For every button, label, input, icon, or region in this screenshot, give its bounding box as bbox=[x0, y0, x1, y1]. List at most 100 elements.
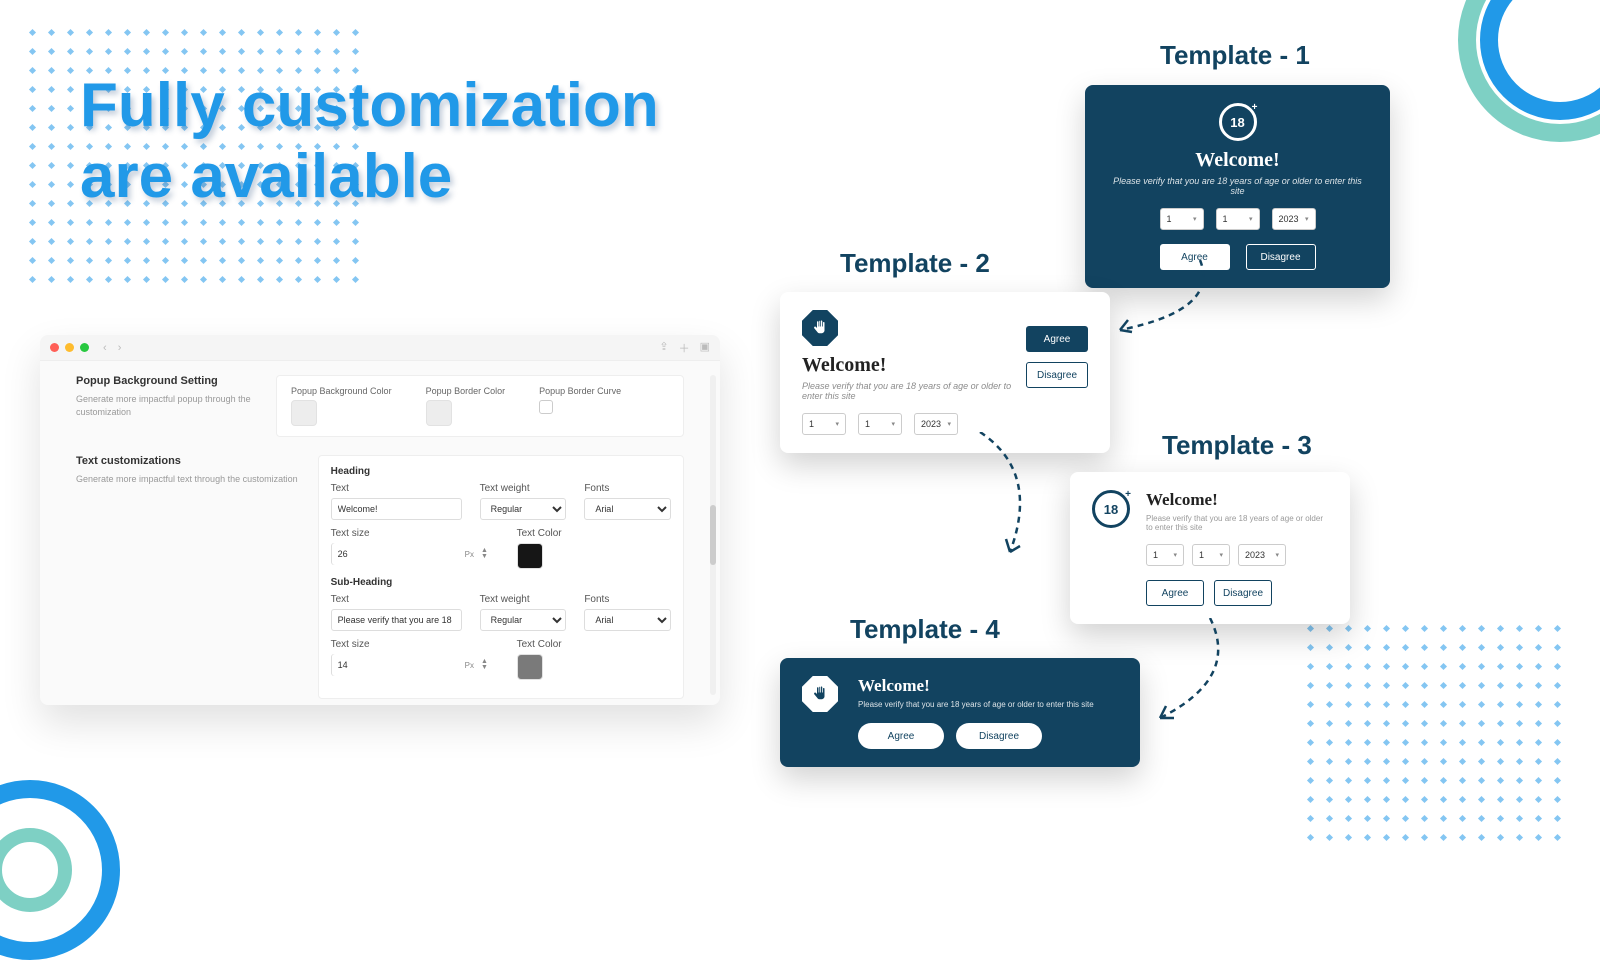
subheading-group-label: Sub-Heading bbox=[331, 577, 671, 588]
template-4-label: Template - 4 bbox=[850, 614, 1000, 645]
stop-hand-icon bbox=[802, 310, 838, 346]
heading-color-swatch[interactable] bbox=[517, 543, 543, 569]
template-3-card: 18+ Welcome! Please verify that you are … bbox=[1070, 472, 1350, 624]
popup-bg-card: Popup Background Color Popup Border Colo… bbox=[276, 375, 684, 437]
sub-size-label: Text size bbox=[331, 639, 451, 650]
popup-border-color-label: Popup Border Color bbox=[426, 386, 506, 396]
sub-weight-select[interactable]: Regular bbox=[480, 609, 567, 631]
tabs-icon[interactable]: ▣ bbox=[700, 340, 710, 356]
agree-button[interactable]: Agree bbox=[1146, 580, 1204, 606]
settings-scrollbar[interactable] bbox=[710, 375, 716, 695]
day-select[interactable]: 1▾ bbox=[1160, 208, 1204, 230]
chevron-down-icon: ▾ bbox=[947, 420, 951, 428]
unit-label: Px bbox=[461, 550, 478, 559]
heading-weight-select[interactable]: Regular bbox=[480, 498, 567, 520]
popup-bg-color-label: Popup Background Color bbox=[291, 386, 392, 396]
section-popup-bg-title: Popup Background Setting bbox=[76, 375, 256, 387]
sub-weight-label: Text weight bbox=[480, 594, 567, 605]
template-1-card: 18+ Welcome! Please verify that you are … bbox=[1085, 85, 1390, 288]
sub-color-label: Text Color bbox=[517, 639, 562, 650]
chevron-down-icon: ▾ bbox=[1305, 215, 1309, 223]
template-2-subtitle: Please verify that you are 18 years of a… bbox=[802, 381, 1012, 401]
agree-button[interactable]: Agree bbox=[1160, 244, 1230, 270]
nav-arrows-icon[interactable]: ‹ › bbox=[103, 342, 125, 354]
heading-text-input[interactable] bbox=[331, 498, 462, 520]
window-titlebar: ‹ › ⇪ ＋ ▣ bbox=[40, 335, 720, 361]
stop-hand-icon bbox=[802, 676, 838, 712]
sub-font-label: Fonts bbox=[584, 594, 671, 605]
add-icon[interactable]: ＋ bbox=[679, 340, 690, 356]
decor-arc-top-right bbox=[1480, 0, 1600, 120]
template-4-title: Welcome! bbox=[858, 676, 1118, 696]
year-select[interactable]: 2023▾ bbox=[1272, 208, 1316, 230]
chevron-down-icon: ▾ bbox=[1193, 215, 1197, 223]
chevron-down-icon: ▾ bbox=[1249, 215, 1253, 223]
text-custom-card: Heading Text Text weight Regular Fonts A… bbox=[318, 455, 684, 699]
agree-button[interactable]: Agree bbox=[858, 723, 944, 749]
settings-window: ‹ › ⇪ ＋ ▣ Popup Background Setting Gener… bbox=[40, 335, 720, 705]
month-select[interactable]: 1▾ bbox=[1192, 544, 1230, 566]
year-select[interactable]: 2023▾ bbox=[1238, 544, 1286, 566]
age-18-icon: 18+ bbox=[1092, 490, 1130, 528]
template-1-title: Welcome! bbox=[1107, 149, 1368, 172]
unit-label-2: Px bbox=[461, 661, 478, 670]
popup-border-curve-checkbox[interactable] bbox=[539, 400, 553, 414]
template-2-label: Template - 2 bbox=[840, 248, 990, 279]
section-text-title: Text customizations bbox=[76, 455, 298, 467]
year-select[interactable]: 2023▾ bbox=[914, 413, 958, 435]
month-select[interactable]: 1▾ bbox=[858, 413, 902, 435]
template-3-label: Template - 3 bbox=[1162, 430, 1312, 461]
close-icon[interactable] bbox=[50, 343, 59, 352]
heading-text-label: Text bbox=[331, 483, 462, 494]
template-1-label: Template - 1 bbox=[1160, 40, 1310, 71]
sub-size-field[interactable] bbox=[332, 654, 461, 676]
chevron-down-icon: ▾ bbox=[891, 420, 895, 428]
heading-weight-label: Text weight bbox=[480, 483, 567, 494]
connector-arrow bbox=[1150, 618, 1240, 728]
headline: Fully customization are available bbox=[80, 70, 700, 213]
section-popup-bg-desc: Generate more impactful popup through th… bbox=[76, 393, 256, 418]
template-2-title: Welcome! bbox=[802, 354, 1012, 377]
disagree-button[interactable]: Disagree bbox=[956, 723, 1042, 749]
template-4-subtitle: Please verify that you are 18 years of a… bbox=[858, 700, 1118, 709]
chevron-down-icon: ▾ bbox=[1275, 551, 1279, 559]
sub-color-swatch[interactable] bbox=[517, 654, 543, 680]
decor-arc-bottom-left bbox=[0, 780, 120, 960]
chevron-down-icon: ▾ bbox=[1173, 551, 1177, 559]
disagree-button[interactable]: Disagree bbox=[1026, 362, 1088, 388]
heading-group-label: Heading bbox=[331, 466, 671, 477]
sub-text-input[interactable] bbox=[331, 609, 462, 631]
chevron-down-icon: ▾ bbox=[1219, 551, 1223, 559]
template-1-subtitle: Please verify that you are 18 years of a… bbox=[1107, 176, 1368, 196]
template-2-card: Welcome! Please verify that you are 18 y… bbox=[780, 292, 1110, 453]
day-select[interactable]: 1▾ bbox=[1146, 544, 1184, 566]
heading-size-input[interactable]: Px ▲▼ bbox=[331, 543, 451, 565]
popup-bg-color-swatch[interactable] bbox=[291, 400, 317, 426]
template-3-subtitle: Please verify that you are 18 years of a… bbox=[1146, 514, 1328, 532]
stepper-icon[interactable]: ▲▼ bbox=[478, 548, 491, 559]
sub-size-input[interactable]: Px ▲▼ bbox=[331, 654, 451, 676]
stepper-icon-2[interactable]: ▲▼ bbox=[478, 659, 491, 670]
age-18-icon: 18+ bbox=[1219, 103, 1257, 141]
popup-border-color-swatch[interactable] bbox=[426, 400, 452, 426]
heading-color-label: Text Color bbox=[517, 528, 562, 539]
heading-size-label: Text size bbox=[331, 528, 451, 539]
heading-font-label: Fonts bbox=[584, 483, 671, 494]
section-text-desc: Generate more impactful text through the… bbox=[76, 473, 298, 486]
disagree-button[interactable]: Disagree bbox=[1214, 580, 1272, 606]
scrollbar-thumb[interactable] bbox=[710, 505, 716, 565]
template-4-card: Welcome! Please verify that you are 18 y… bbox=[780, 658, 1140, 767]
month-select[interactable]: 1▾ bbox=[1216, 208, 1260, 230]
sub-text-label: Text bbox=[331, 594, 462, 605]
maximize-icon[interactable] bbox=[80, 343, 89, 352]
heading-font-select[interactable]: Arial bbox=[584, 498, 671, 520]
disagree-button[interactable]: Disagree bbox=[1246, 244, 1316, 270]
chevron-down-icon: ▾ bbox=[835, 420, 839, 428]
day-select[interactable]: 1▾ bbox=[802, 413, 846, 435]
share-icon[interactable]: ⇪ bbox=[659, 340, 668, 356]
minimize-icon[interactable] bbox=[65, 343, 74, 352]
template-3-title: Welcome! bbox=[1146, 490, 1328, 510]
heading-size-field[interactable] bbox=[332, 543, 461, 565]
agree-button[interactable]: Agree bbox=[1026, 326, 1088, 352]
sub-font-select[interactable]: Arial bbox=[584, 609, 671, 631]
